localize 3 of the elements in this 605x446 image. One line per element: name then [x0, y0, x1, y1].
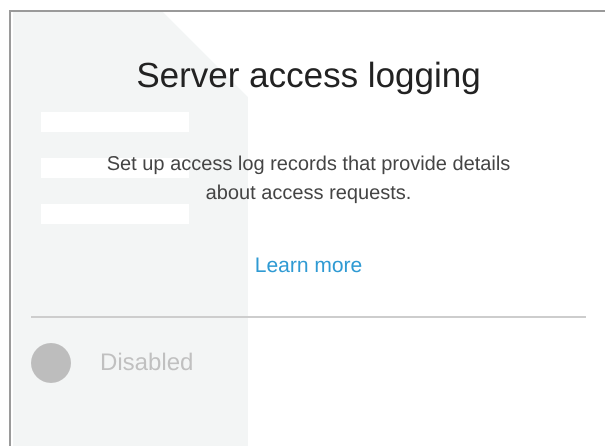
card-title: Server access logging [136, 55, 481, 97]
card-description: Set up access log records that provide details about access requests. [106, 152, 512, 206]
learn-more-link[interactable]: Learn more [254, 253, 362, 279]
